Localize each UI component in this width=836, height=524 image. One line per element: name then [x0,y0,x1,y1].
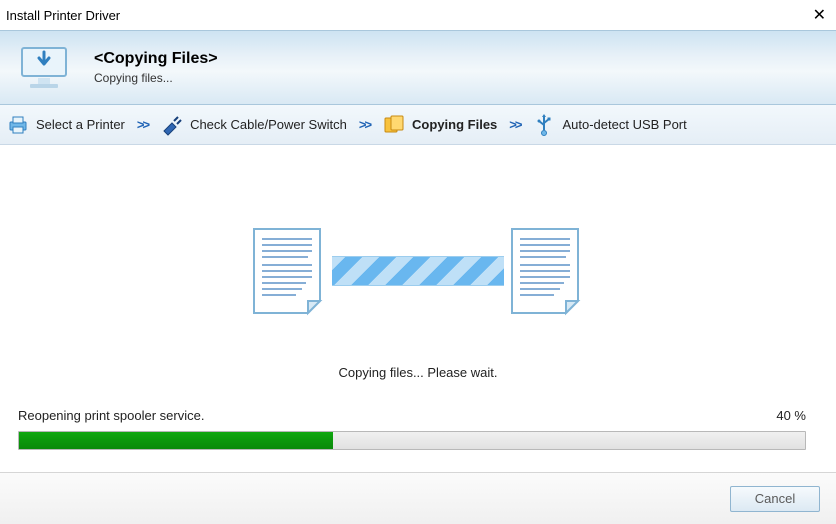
header-title: <Copying Files> [94,50,218,68]
chevron-icon: >> [503,117,526,132]
close-icon[interactable]: ✕ [786,5,826,25]
step-label: Auto-detect USB Port [562,117,686,132]
transfer-beam [332,256,504,286]
plug-icon [160,113,184,137]
monitor-download-icon [16,42,76,94]
printer-icon [6,113,30,137]
progress-fill [19,432,333,449]
step-label: Select a Printer [36,117,125,132]
footer: Cancel [0,472,836,524]
status-message: Copying files... Please wait. [0,365,836,380]
step-check-cable: Check Cable/Power Switch [160,113,347,137]
wizard-steps: Select a Printer >> Check Cable/Power Sw… [0,105,836,145]
step-copying-files: Copying Files [382,113,497,137]
step-label: Check Cable/Power Switch [190,117,347,132]
progress-percent-label: 40 % [776,408,806,423]
copy-animation [248,225,588,317]
window-title: Install Printer Driver [6,8,120,23]
titlebar: Install Printer Driver ✕ [0,0,836,30]
step-auto-detect-usb: Auto-detect USB Port [532,113,686,137]
document-source-icon [248,225,330,317]
wizard-header: <Copying Files> Copying files... [0,30,836,105]
chevron-icon: >> [353,117,376,132]
progress-bar [18,431,806,450]
copy-files-icon [382,113,406,137]
step-select-printer: Select a Printer [6,113,125,137]
step-label: Copying Files [412,117,497,132]
progress-area: Reopening print spooler service. 40 % [18,408,806,450]
header-subtitle: Copying files... [94,71,218,85]
usb-icon [532,113,556,137]
cancel-button[interactable]: Cancel [730,486,820,512]
main-content: Copying files... Please wait. Reopening … [0,145,836,465]
document-target-icon [506,225,588,317]
chevron-icon: >> [131,117,154,132]
task-label: Reopening print spooler service. [18,408,204,423]
